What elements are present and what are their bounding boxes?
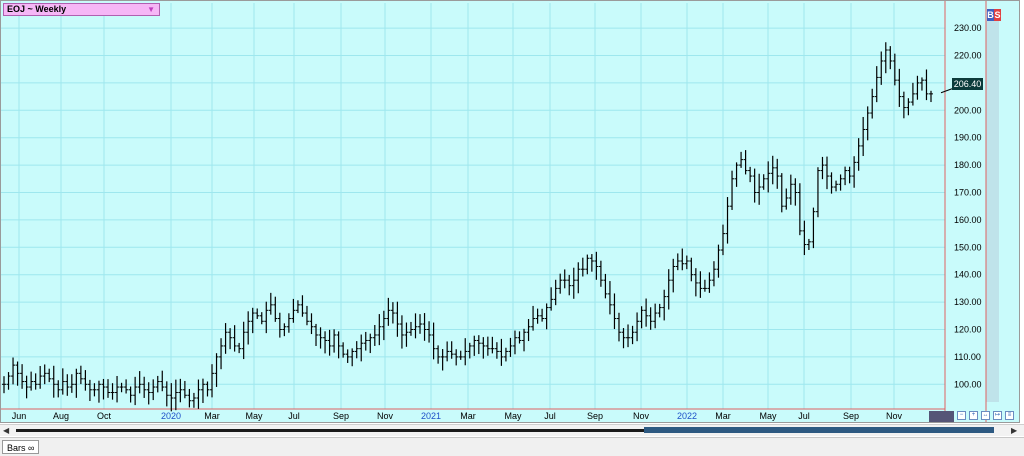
dropdown-arrow-icon: ▼ — [147, 5, 155, 14]
x-tick-label: Jul — [544, 411, 556, 421]
x-tick-label: Aug — [53, 411, 69, 421]
y-tick-label: 160.00 — [954, 215, 982, 225]
zoom-out-icon[interactable]: − — [957, 411, 966, 420]
symbol-dropdown[interactable]: EOJ ~ Weekly ▼ — [3, 3, 160, 16]
y-tick-label: 190.00 — [954, 133, 982, 143]
x-tick-label: Nov — [377, 411, 394, 421]
y-tick-label: 120.00 — [954, 325, 982, 335]
sell-button[interactable]: S — [994, 9, 1001, 21]
x-tick-label: May — [245, 411, 263, 421]
bars-tab-label: Bars — [7, 443, 26, 453]
settings-icon[interactable]: ≡ — [1005, 411, 1014, 420]
link-icon: ∞ — [28, 443, 35, 453]
chart-panel: 100.00 110.00 120.00 130.00 140.00 150.00 160.… — [0, 0, 1020, 423]
y-tick-label: 200.00 — [954, 105, 982, 115]
x-tick-label: 2022 — [677, 411, 697, 421]
scroll-left-icon[interactable]: ◀ — [3, 425, 9, 436]
y-tick-label: 230.00 — [954, 23, 982, 33]
x-tick-label: Jul — [288, 411, 300, 421]
x-tick-label: Oct — [97, 411, 112, 421]
x-tick-label: May — [504, 411, 522, 421]
x-tick-label: Sep — [843, 411, 859, 421]
x-tick-label: Jun — [12, 411, 27, 421]
x-tick-label: Nov — [633, 411, 650, 421]
scroll-end-icon[interactable]: ↦ — [993, 411, 1002, 420]
x-tick-label: 2021 — [421, 411, 441, 421]
current-year-highlight — [929, 411, 954, 422]
y-tick-label: 150.00 — [954, 242, 982, 252]
x-tick-label: Sep — [333, 411, 349, 421]
y-tick-label: 100.00 — [954, 379, 982, 389]
y-tick-label: 110.00 — [954, 352, 981, 362]
x-tick-label: Jul — [798, 411, 810, 421]
x-tick-label: Mar — [460, 411, 476, 421]
y-tick-label: 170.00 — [954, 188, 982, 198]
x-tick-label: Nov — [886, 411, 903, 421]
x-tick-label: 2020 — [161, 411, 181, 421]
y-tick-label: 130.00 — [954, 297, 982, 307]
x-tick-label: Sep — [587, 411, 603, 421]
status-bar: Bars ∞ — [0, 437, 1024, 456]
zoom-in-icon[interactable]: + — [969, 411, 978, 420]
last-price-pointer — [940, 88, 953, 94]
y-tick-label: 180.00 — [954, 160, 982, 170]
scroll-right-icon[interactable]: ▶ — [1011, 425, 1017, 436]
buy-button[interactable]: B — [987, 9, 994, 21]
x-tick-label: Mar — [204, 411, 220, 421]
price-chart: 100.00 110.00 120.00 130.00 140.00 150.00 160.… — [1, 1, 999, 422]
x-tick-label: Mar — [715, 411, 731, 421]
symbol-label: EOJ ~ Weekly — [7, 4, 67, 14]
horizontal-scrollbar[interactable]: ◀ ▶ — [0, 424, 1024, 436]
bars-tab[interactable]: Bars ∞ — [2, 440, 40, 454]
fit-icon[interactable]: ↔ — [981, 411, 990, 420]
scroll-thumb[interactable] — [644, 427, 994, 433]
y-tick-label: 220.00 — [954, 51, 982, 61]
x-tick-label: May — [759, 411, 777, 421]
last-price-tag: 206.40 — [952, 78, 983, 90]
right-margin-strip — [986, 21, 999, 402]
y-tick-label: 140.00 — [954, 270, 982, 280]
